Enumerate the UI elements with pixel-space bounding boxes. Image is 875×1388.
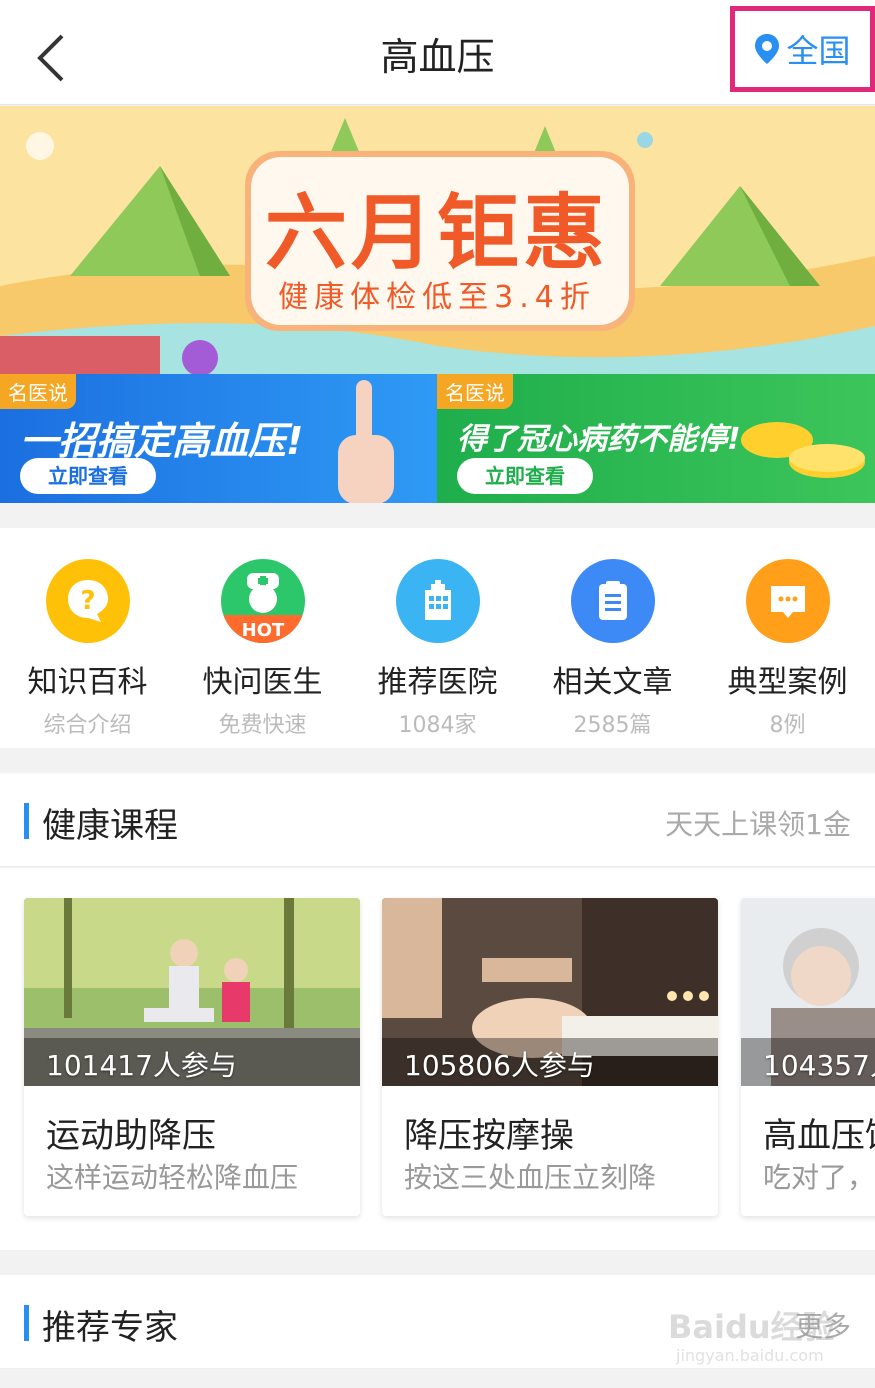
question-bubble-icon: ? <box>45 559 130 643</box>
entry-ask-doctor[interactable]: HOT 快问医生 免费快速 <box>175 528 350 748</box>
baidu-watermark: Baidu经验 jingyan.baidu.com <box>668 1290 848 1370</box>
participant-count: 104357人 <box>763 1049 875 1082</box>
entry-knowledge[interactable]: ? 知识百科 综合介绍 <box>0 528 175 748</box>
section-accent-bar <box>24 1305 29 1341</box>
courses-section-header: 健康课程 天天上课领1金 <box>0 773 875 867</box>
course-desc: 这样运动轻松降血压 <box>46 1161 299 1194</box>
section-title: 健康课程 <box>42 806 178 846</box>
entry-sub: 1084家 <box>398 713 477 738</box>
course-card[interactable]: 101417人参与 运动助降压 这样运动轻松降血压 <box>24 898 360 1216</box>
entry-label: 相关文章 <box>552 665 673 700</box>
entry-label: 典型案例 <box>727 665 848 700</box>
promo-banner[interactable]: 六月钜惠 健康体检低至3.4折 <box>0 106 875 374</box>
location-selector[interactable]: 全国 <box>730 6 875 92</box>
entry-sub: 8例 <box>769 713 806 738</box>
course-carousel[interactable]: 101417人参与 运动助降压 这样运动轻松降血压 105806人参与 降压按摩… <box>0 868 875 1250</box>
course-desc: 按这三处血压立刻降 <box>404 1161 657 1194</box>
top-nav-bar: 高血压 全国 <box>0 0 875 105</box>
entry-sub: 综合介绍 <box>43 713 132 738</box>
sub-banner-row: 名医说 一招搞定高血压! 立即查看 名医说 得了冠心病药不能停! 立即查看 <box>0 374 875 503</box>
section-accent-bar <box>24 803 29 839</box>
doctor-icon: HOT <box>220 559 305 643</box>
sub-banner-tag: 名医说 <box>0 374 76 409</box>
sub-banner-hypertension[interactable]: 名医说 一招搞定高血压! 立即查看 <box>0 374 437 503</box>
clipboard-icon <box>570 559 655 643</box>
entry-cases[interactable]: 典型案例 8例 <box>700 528 875 748</box>
entry-articles[interactable]: 相关文章 2585篇 <box>525 528 700 748</box>
location-pin-icon <box>755 34 780 64</box>
sub-banner-headline: 得了冠心病药不能停! <box>457 422 741 457</box>
course-card[interactable]: 105806人参与 降压按摩操 按这三处血压立刻降 <box>382 898 718 1216</box>
sub-banner-tag: 名医说 <box>437 374 513 409</box>
quick-entry-grid: ? 知识百科 综合介绍 HOT 快问医生 免费快速 推荐医院 1084家 相关文… <box>0 528 875 748</box>
watermark-text: Baidu经验 <box>668 1308 835 1346</box>
view-now-button[interactable]: 立即查看 <box>457 458 593 494</box>
participant-count: 101417人参与 <box>46 1049 237 1082</box>
entry-label: 推荐医院 <box>377 665 498 700</box>
svg-text:?: ? <box>80 586 95 616</box>
hot-badge: HOT <box>241 620 284 641</box>
message-icon <box>745 559 830 643</box>
course-name: 降压按摩操 <box>404 1116 574 1156</box>
location-label: 全国 <box>786 32 851 70</box>
view-now-button[interactable]: 立即查看 <box>20 458 156 494</box>
promo-headline: 六月钜惠 <box>264 186 609 281</box>
course-name: 运动助降压 <box>46 1116 216 1156</box>
watermark-url: jingyan.baidu.com <box>676 1346 824 1365</box>
course-desc: 吃对了， <box>763 1161 875 1194</box>
pill-icon <box>741 422 865 478</box>
entry-sub: 免费快速 <box>218 713 307 738</box>
sub-banner-heart-disease[interactable]: 名医说 得了冠心病药不能停! 立即查看 <box>437 374 875 503</box>
participant-count: 105806人参与 <box>404 1049 595 1082</box>
entry-label: 知识百科 <box>27 665 148 700</box>
section-title: 推荐专家 <box>42 1308 178 1348</box>
hospital-icon <box>395 559 480 643</box>
promo-subline: 健康体检低至3.4折 <box>278 280 596 315</box>
entry-sub: 2585篇 <box>573 713 652 738</box>
pointing-hand-icon <box>338 380 394 503</box>
entry-label: 快问医生 <box>202 665 323 700</box>
course-name: 高血压饮 <box>763 1116 875 1156</box>
entry-hospitals[interactable]: 推荐医院 1084家 <box>350 528 525 748</box>
course-card[interactable]: 104357人 高血压饮 吃对了， <box>741 898 875 1216</box>
courses-more-link[interactable]: 天天上课领1金 <box>665 803 851 843</box>
sub-banner-headline: 一招搞定高血压! <box>20 419 304 463</box>
